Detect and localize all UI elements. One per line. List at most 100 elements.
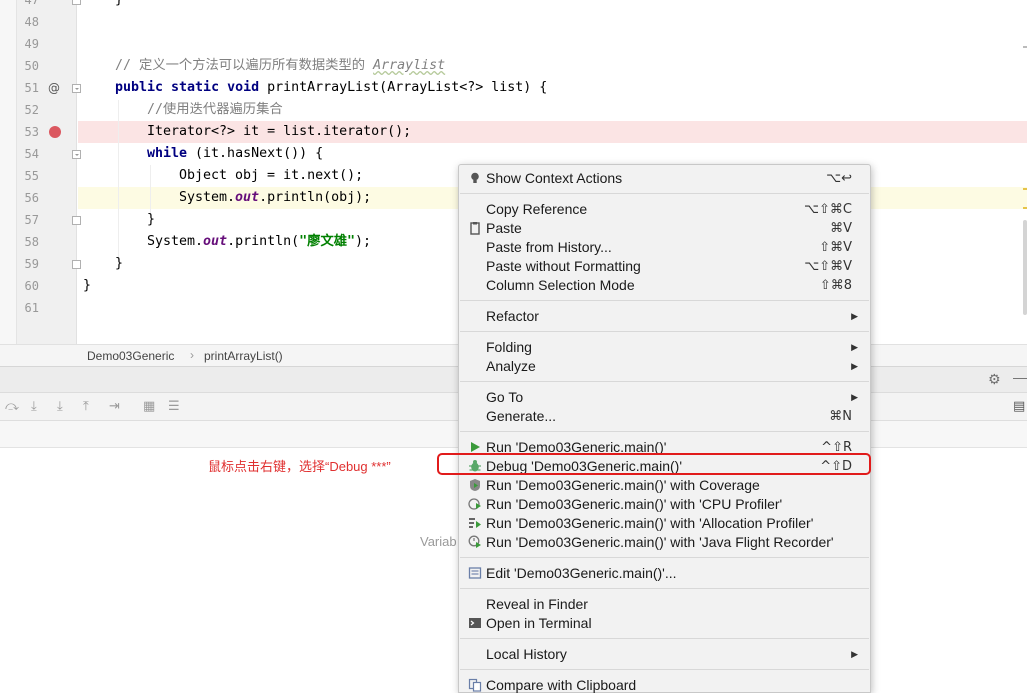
menu-item-shortcut: ⇧⌘V [819,240,852,255]
fold-marker-icon[interactable] [72,84,81,93]
menu-item-paste-without-formatting[interactable]: Paste without Formatting ⌥⇧⌘V [459,257,870,276]
minimize-icon[interactable]: — [1013,369,1027,385]
evaluate-icon[interactable]: ▦ [143,399,155,414]
menu-item-paste[interactable]: Paste ⌘V [459,219,870,238]
debug-highlight-box [437,453,871,475]
code-line[interactable]: } [115,0,123,11]
menu-item-label: Run 'Demo03Generic.main()' with 'Java Fl… [486,534,834,550]
line-number: 52 [24,103,39,117]
annotation-text: 鼠标点击右键，选择“Debug ***” [208,459,391,474]
menu-item-go-to[interactable]: Go To ▶ [459,388,870,407]
scroll-marker[interactable] [1023,207,1027,209]
menu-separator [460,193,869,194]
editor-scrollbar[interactable] [1023,220,1027,315]
code-string: "廖文雄" [299,234,356,249]
menu-item-shortcut: ⌥⇧⌘V [804,259,852,274]
code-line[interactable]: } [147,209,155,231]
line-number: 51 [24,81,39,95]
menu-item-edit-configuration[interactable]: Edit 'Demo03Generic.main()'... [459,564,870,583]
code-line[interactable]: Iterator<?> it = list.iterator(); [147,121,411,143]
menu-item-analyze[interactable]: Analyze ▶ [459,357,870,376]
editor-left-strip [0,0,17,344]
line-number: 55 [24,169,39,183]
menu-item-paste-from-history[interactable]: Paste from History... ⇧⌘V [459,238,870,257]
menu-item-label: Show Context Actions [486,170,623,186]
menu-item-label: Compare with Clipboard [486,677,637,693]
menu-item-local-history[interactable]: Local History ▶ [459,645,870,664]
force-step-into-icon[interactable]: ⤓ [57,399,63,414]
menu-item-label: Analyze [486,358,536,374]
menu-item-shortcut: ⇧⌘8 [819,278,852,293]
menu-item-compare-with-clipboard[interactable]: Compare with Clipboard [459,676,870,693]
submenu-arrow-icon: ▶ [851,342,858,352]
run-to-cursor-icon[interactable]: ⇥ [109,399,120,414]
code-line[interactable]: } [115,253,123,275]
context-menu: Show Context Actions ⌥↩ Copy Reference ⌥… [458,164,871,693]
code-line[interactable]: while (it.hasNext()) { [147,143,323,165]
line-number: 49 [24,37,39,51]
code-line[interactable]: //使用迭代器遍历集合 [147,99,283,121]
code-keyword: public static void [115,80,268,95]
line-number: 57 [24,213,39,227]
code-text: .println( [227,234,300,249]
code-keyword: while [147,146,188,161]
menu-item-label: Go To [486,389,524,405]
menu-item-label: Paste [486,220,522,236]
line-number: 56 [24,191,39,205]
coverage-icon [468,478,482,492]
menu-item-run-flight-recorder[interactable]: Run 'Demo03Generic.main()' with 'Java Fl… [459,533,870,552]
code-line[interactable]: // 定义一个方法可以遍历所有数据类型的 Arraylist [115,55,445,77]
menu-item-show-context-actions[interactable]: Show Context Actions ⌥↩ [459,169,870,188]
line-number: 48 [24,15,39,29]
menu-separator [460,331,869,332]
menu-item-column-selection-mode[interactable]: Column Selection Mode ⇧⌘8 [459,276,870,295]
menu-item-folding[interactable]: Folding ▶ [459,338,870,357]
fold-marker-icon[interactable] [72,216,81,225]
breadcrumb-method[interactable]: printArrayList() [204,349,283,363]
menu-item-label: Open in Terminal [486,615,592,631]
menu-item-reveal-in-finder[interactable]: Reveal in Finder [459,595,870,614]
submenu-arrow-icon: ▶ [851,649,858,659]
code-text: printArrayList(ArrayList<?> list) { [267,80,548,95]
menu-item-copy-reference[interactable]: Copy Reference ⌥⇧⌘C [459,200,870,219]
breakpoint-icon[interactable] [49,126,61,138]
menu-item-label: Run 'Demo03Generic.main()' with 'CPU Pro… [486,496,783,512]
fold-marker-icon[interactable] [72,0,81,5]
menu-item-run-allocation-profiler[interactable]: Run 'Demo03Generic.main()' with 'Allocat… [459,514,870,533]
terminal-icon [468,616,482,630]
menu-separator [460,588,869,589]
code-line[interactable]: } [83,275,91,297]
menu-item-open-in-terminal[interactable]: Open in Terminal [459,614,870,633]
scroll-marker[interactable] [1023,188,1027,190]
code-line[interactable]: System.out.println("廖文雄"); [147,231,371,253]
code-line[interactable]: public static void printArrayList(ArrayL… [115,77,547,99]
code-line[interactable]: System.out.println(obj); [179,187,371,209]
menu-item-run-cpu-profiler[interactable]: Run 'Demo03Generic.main()' with 'CPU Pro… [459,495,870,514]
breadcrumb-class[interactable]: Demo03Generic [87,349,174,363]
code-text: .println(obj); [259,190,372,205]
scroll-marker[interactable] [1023,46,1027,48]
menu-separator [460,557,869,558]
step-over-icon[interactable]: ⤼ [5,399,19,414]
fold-marker-icon[interactable] [72,150,81,159]
line-number: 61 [24,301,39,315]
menu-item-label: Edit 'Demo03Generic.main()'... [486,565,677,581]
step-into-icon[interactable]: ⤓ [31,399,37,414]
line-number: 60 [24,279,39,293]
cpu-profiler-icon [468,497,482,511]
menu-item-label: Column Selection Mode [486,277,635,293]
menu-item-run-with-coverage[interactable]: Run 'Demo03Generic.main()' with Coverage [459,476,870,495]
indent-guide [150,165,151,215]
menu-item-refactor[interactable]: Refactor ▶ [459,307,870,326]
code-field: out [235,190,260,205]
trace-icon[interactable]: ☰ [168,399,180,414]
code-line[interactable]: Object obj = it.next(); [179,165,363,187]
gear-icon[interactable]: ⚙ [988,371,1001,388]
override-marker-icon[interactable]: @ [48,77,60,99]
fold-marker-icon[interactable] [72,260,81,269]
step-out-icon[interactable]: ⤒ [83,399,89,414]
menu-item-generate[interactable]: Generate... ⌘N [459,407,870,426]
code-comment-italic: Arraylist [373,58,446,73]
code-text: System. [179,190,236,205]
layout-icon[interactable]: ▤ [1013,399,1025,414]
